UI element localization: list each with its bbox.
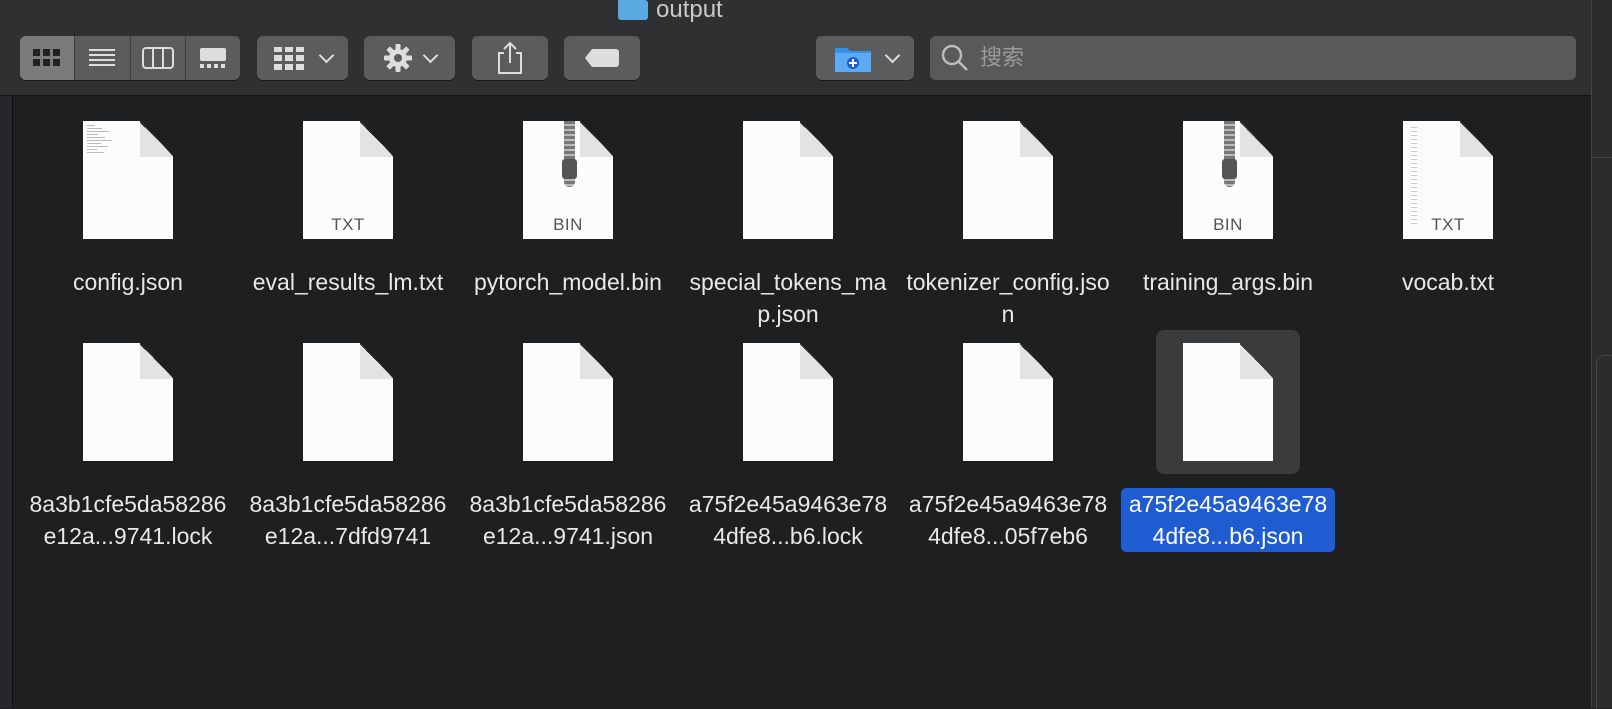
chevron-down-icon — [422, 47, 439, 63]
file-thumbnail[interactable]: BIN — [496, 108, 640, 252]
file-item[interactable]: tokenizer_config.json — [898, 108, 1118, 330]
archive-file-icon: BIN — [523, 121, 613, 239]
window-title-text: output — [656, 0, 723, 23]
archive-file-icon: BIN — [1183, 121, 1273, 239]
document-file-icon — [1183, 343, 1273, 461]
file-item[interactable]: BIN training_args.bin — [1118, 108, 1338, 298]
document-file-icon — [303, 343, 393, 461]
file-name-label[interactable]: config.json — [21, 266, 235, 298]
file-type-label: BIN — [553, 215, 583, 234]
chevron-down-icon — [884, 47, 900, 63]
file-name-label[interactable]: vocab.txt — [1341, 266, 1555, 298]
file-item[interactable]: special_tokens_map.json — [678, 108, 898, 330]
file-type-label: TXT — [1431, 215, 1465, 234]
columns-icon — [141, 47, 174, 69]
file-thumbnail[interactable] — [56, 330, 200, 474]
folder-icon — [618, 0, 648, 20]
file-thumbnail[interactable] — [56, 108, 200, 252]
file-name-label[interactable]: training_args.bin — [1121, 266, 1335, 298]
document-file-icon — [523, 343, 613, 461]
file-item[interactable]: a75f2e45a9463e784dfe8...b6.lock — [678, 330, 898, 552]
document-file-icon — [83, 343, 173, 461]
file-item[interactable]: a75f2e45a9463e784dfe8...05f7eb6 — [898, 330, 1118, 552]
new-folder-button[interactable] — [816, 36, 914, 80]
file-thumbnail[interactable] — [276, 330, 420, 474]
right-panel-edge — [1591, 0, 1612, 709]
group-by-button[interactable] — [257, 36, 348, 80]
document-file-icon: TXT — [1403, 121, 1493, 239]
tag-icon — [585, 49, 619, 67]
file-name-label[interactable]: tokenizer_config.json — [901, 266, 1115, 330]
search-input[interactable] — [978, 44, 1542, 72]
file-name-label[interactable]: special_tokens_map.json — [681, 266, 895, 330]
document-file-icon: TXT — [303, 121, 393, 239]
window-title: output — [618, 0, 723, 24]
tags-button[interactable] — [564, 36, 640, 80]
file-thumbnail[interactable] — [1156, 330, 1300, 474]
gallery-icon — [199, 48, 226, 68]
icon-grid-icon — [33, 49, 61, 66]
list-icon — [89, 49, 116, 66]
file-item[interactable]: 8a3b1cfe5da58286e12a...9741.json — [458, 330, 678, 552]
file-name-label[interactable]: a75f2e45a9463e784dfe8...05f7eb6 — [901, 488, 1115, 552]
sidebar-edge — [0, 96, 13, 708]
file-thumbnail[interactable]: TXT — [1376, 108, 1520, 252]
file-thumbnail[interactable]: BIN — [1156, 108, 1300, 252]
group-grid-icon — [274, 47, 304, 70]
file-item[interactable]: BIN pytorch_model.bin — [458, 108, 678, 298]
gear-icon — [384, 44, 412, 72]
file-item[interactable]: TXT vocab.txt — [1338, 108, 1558, 298]
chevron-down-icon — [318, 47, 335, 63]
icon-view-button[interactable] — [20, 36, 76, 80]
file-thumbnail[interactable] — [496, 330, 640, 474]
file-thumbnail[interactable] — [936, 108, 1080, 252]
file-name-label[interactable]: 8a3b1cfe5da58286e12a...9741.lock — [21, 488, 235, 552]
file-type-label: BIN — [1213, 215, 1243, 234]
view-mode-segmented-control — [20, 36, 240, 80]
file-name-label[interactable]: a75f2e45a9463e784dfe8...b6.lock — [681, 488, 895, 552]
column-view-button[interactable] — [131, 36, 186, 80]
toolbar: output — [0, 0, 1591, 96]
document-file-icon — [963, 343, 1053, 461]
file-type-label: TXT — [331, 215, 365, 234]
file-item[interactable]: a75f2e45a9463e784dfe8...b6.json — [1118, 330, 1338, 552]
search-field[interactable] — [930, 36, 1576, 80]
file-item[interactable]: 8a3b1cfe5da58286e12a...9741.lock — [18, 330, 238, 552]
share-button[interactable] — [472, 36, 548, 80]
document-file-icon — [83, 121, 173, 239]
file-name-label[interactable]: eval_results_lm.txt — [241, 266, 455, 298]
document-file-icon — [963, 121, 1053, 239]
file-thumbnail[interactable] — [716, 330, 860, 474]
file-item[interactable]: TXT eval_results_lm.txt — [238, 108, 458, 298]
file-thumbnail[interactable] — [716, 108, 860, 252]
document-file-icon — [743, 343, 833, 461]
file-item[interactable]: 8a3b1cfe5da58286e12a...7dfd9741 — [238, 330, 458, 552]
search-icon — [941, 44, 968, 71]
file-name-label[interactable]: pytorch_model.bin — [461, 266, 675, 298]
action-menu-button[interactable] — [364, 36, 455, 80]
file-item[interactable]: config.json — [18, 108, 238, 298]
file-name-label[interactable]: a75f2e45a9463e784dfe8...b6.json — [1121, 488, 1335, 552]
document-file-icon — [743, 121, 833, 239]
gallery-view-button[interactable] — [186, 36, 240, 80]
list-view-button[interactable] — [75, 36, 131, 80]
file-name-label[interactable]: 8a3b1cfe5da58286e12a...9741.json — [461, 488, 675, 552]
share-icon — [498, 41, 522, 74]
new-folder-icon — [834, 48, 871, 72]
file-name-label[interactable]: 8a3b1cfe5da58286e12a...7dfd9741 — [241, 488, 455, 552]
file-thumbnail[interactable]: TXT — [276, 108, 420, 252]
file-thumbnail[interactable] — [936, 330, 1080, 474]
